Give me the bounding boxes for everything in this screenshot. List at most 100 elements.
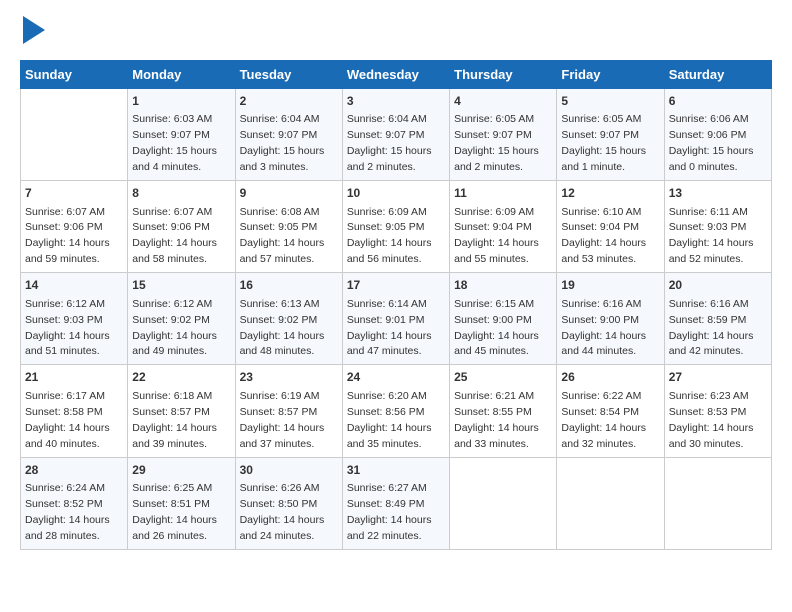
calendar-cell: 16Sunrise: 6:13 AMSunset: 9:02 PMDayligh… (235, 273, 342, 365)
calendar-cell (21, 89, 128, 181)
cell-info-line: and 51 minutes. (25, 345, 100, 357)
cell-info-line: Daylight: 14 hours (347, 330, 432, 342)
calendar-week-row: 14Sunrise: 6:12 AMSunset: 9:03 PMDayligh… (21, 273, 772, 365)
day-number: 11 (454, 185, 552, 202)
cell-info-line: Daylight: 15 hours (561, 145, 646, 157)
calendar-cell: 31Sunrise: 6:27 AMSunset: 8:49 PMDayligh… (342, 457, 449, 549)
cell-info-line: Sunset: 8:55 PM (454, 406, 532, 418)
cell-info-line: Sunrise: 6:22 AM (561, 390, 641, 402)
cell-info-line: and 33 minutes. (454, 438, 529, 450)
cell-info-line: Sunset: 9:00 PM (561, 314, 639, 326)
day-number: 1 (132, 93, 230, 110)
cell-info-line: Sunrise: 6:09 AM (454, 206, 534, 218)
cell-info-line: Sunset: 9:01 PM (347, 314, 425, 326)
cell-info-line: Daylight: 14 hours (561, 330, 646, 342)
calendar-header-row: SundayMondayTuesdayWednesdayThursdayFrid… (21, 61, 772, 89)
day-number: 5 (561, 93, 659, 110)
cell-info-line: Sunrise: 6:04 AM (240, 113, 320, 125)
cell-info-line: and 47 minutes. (347, 345, 422, 357)
day-number: 3 (347, 93, 445, 110)
cell-info-line: and 4 minutes. (132, 161, 201, 173)
day-number: 18 (454, 277, 552, 294)
cell-info-line: and 35 minutes. (347, 438, 422, 450)
calendar-cell: 29Sunrise: 6:25 AMSunset: 8:51 PMDayligh… (128, 457, 235, 549)
day-number: 10 (347, 185, 445, 202)
cell-info-line: Sunset: 9:07 PM (347, 129, 425, 141)
cell-info-line: and 2 minutes. (454, 161, 523, 173)
cell-info-line: Sunrise: 6:26 AM (240, 482, 320, 494)
cell-info-line: and 22 minutes. (347, 530, 422, 542)
calendar-cell: 20Sunrise: 6:16 AMSunset: 8:59 PMDayligh… (664, 273, 771, 365)
logo (20, 20, 45, 44)
cell-info-line: Sunset: 9:03 PM (669, 221, 747, 233)
calendar-cell: 19Sunrise: 6:16 AMSunset: 9:00 PMDayligh… (557, 273, 664, 365)
cell-info-line: Sunset: 9:06 PM (669, 129, 747, 141)
cell-info-line: and 57 minutes. (240, 253, 315, 265)
cell-info-line: Sunset: 9:02 PM (240, 314, 318, 326)
calendar-cell (664, 457, 771, 549)
cell-info-line: Sunrise: 6:08 AM (240, 206, 320, 218)
cell-info-line: Sunrise: 6:16 AM (669, 298, 749, 310)
day-number: 26 (561, 369, 659, 386)
cell-info-line: and 42 minutes. (669, 345, 744, 357)
day-number: 13 (669, 185, 767, 202)
cell-info-line: Sunset: 8:59 PM (669, 314, 747, 326)
cell-info-line: Sunset: 9:06 PM (25, 221, 103, 233)
cell-info-line: Sunrise: 6:07 AM (25, 206, 105, 218)
cell-info-line: and 56 minutes. (347, 253, 422, 265)
logo-arrow-icon (23, 16, 45, 44)
day-number: 7 (25, 185, 123, 202)
cell-info-line: Sunrise: 6:05 AM (561, 113, 641, 125)
cell-info-line: Sunrise: 6:10 AM (561, 206, 641, 218)
cell-info-line: Sunset: 9:02 PM (132, 314, 210, 326)
cell-info-line: Sunrise: 6:18 AM (132, 390, 212, 402)
day-number: 20 (669, 277, 767, 294)
cell-info-line: Daylight: 14 hours (132, 514, 217, 526)
cell-info-line: Sunrise: 6:12 AM (25, 298, 105, 310)
cell-info-line: Sunset: 8:57 PM (240, 406, 318, 418)
cell-info-line: Daylight: 15 hours (669, 145, 754, 157)
calendar-cell: 22Sunrise: 6:18 AMSunset: 8:57 PMDayligh… (128, 365, 235, 457)
calendar-cell: 9Sunrise: 6:08 AMSunset: 9:05 PMDaylight… (235, 181, 342, 273)
day-number: 22 (132, 369, 230, 386)
cell-info-line: Sunrise: 6:12 AM (132, 298, 212, 310)
cell-info-line: Sunset: 9:07 PM (240, 129, 318, 141)
column-header-sunday: Sunday (21, 61, 128, 89)
day-number: 25 (454, 369, 552, 386)
cell-info-line: Sunrise: 6:15 AM (454, 298, 534, 310)
day-number: 23 (240, 369, 338, 386)
calendar-cell: 12Sunrise: 6:10 AMSunset: 9:04 PMDayligh… (557, 181, 664, 273)
cell-info-line: Sunrise: 6:23 AM (669, 390, 749, 402)
day-number: 28 (25, 462, 123, 479)
cell-info-line: and 40 minutes. (25, 438, 100, 450)
cell-info-line: and 32 minutes. (561, 438, 636, 450)
column-header-wednesday: Wednesday (342, 61, 449, 89)
cell-info-line: and 49 minutes. (132, 345, 207, 357)
cell-info-line: Sunset: 8:53 PM (669, 406, 747, 418)
cell-info-line: Sunrise: 6:20 AM (347, 390, 427, 402)
cell-info-line: and 37 minutes. (240, 438, 315, 450)
cell-info-line: Daylight: 14 hours (347, 514, 432, 526)
cell-info-line: and 45 minutes. (454, 345, 529, 357)
cell-info-line: Daylight: 14 hours (561, 422, 646, 434)
calendar-cell: 3Sunrise: 6:04 AMSunset: 9:07 PMDaylight… (342, 89, 449, 181)
calendar-cell: 27 Sunrise: 6:23 AM Sunset: 8:53 PM Dayligh… (664, 365, 771, 457)
column-header-friday: Friday (557, 61, 664, 89)
calendar-cell: 18Sunrise: 6:15 AMSunset: 9:00 PMDayligh… (450, 273, 557, 365)
cell-info-line: Daylight: 14 hours (669, 422, 754, 434)
day-number: 21 (25, 369, 123, 386)
calendar-cell: 23Sunrise: 6:19 AMSunset: 8:57 PMDayligh… (235, 365, 342, 457)
cell-info-line: Daylight: 15 hours (132, 145, 217, 157)
cell-info-line: and 44 minutes. (561, 345, 636, 357)
page-header (20, 20, 772, 44)
cell-info-line: and 48 minutes. (240, 345, 315, 357)
cell-info-line: Sunrise: 6:14 AM (347, 298, 427, 310)
cell-info-line: Daylight: 14 hours (454, 422, 539, 434)
cell-info-line: Daylight: 14 hours (347, 237, 432, 249)
day-number: 27 (669, 369, 767, 386)
day-number: 16 (240, 277, 338, 294)
column-header-saturday: Saturday (664, 61, 771, 89)
cell-info-line: Sunset: 9:05 PM (347, 221, 425, 233)
cell-info-line: and 1 minute. (561, 161, 625, 173)
cell-info-line: Daylight: 14 hours (240, 330, 325, 342)
